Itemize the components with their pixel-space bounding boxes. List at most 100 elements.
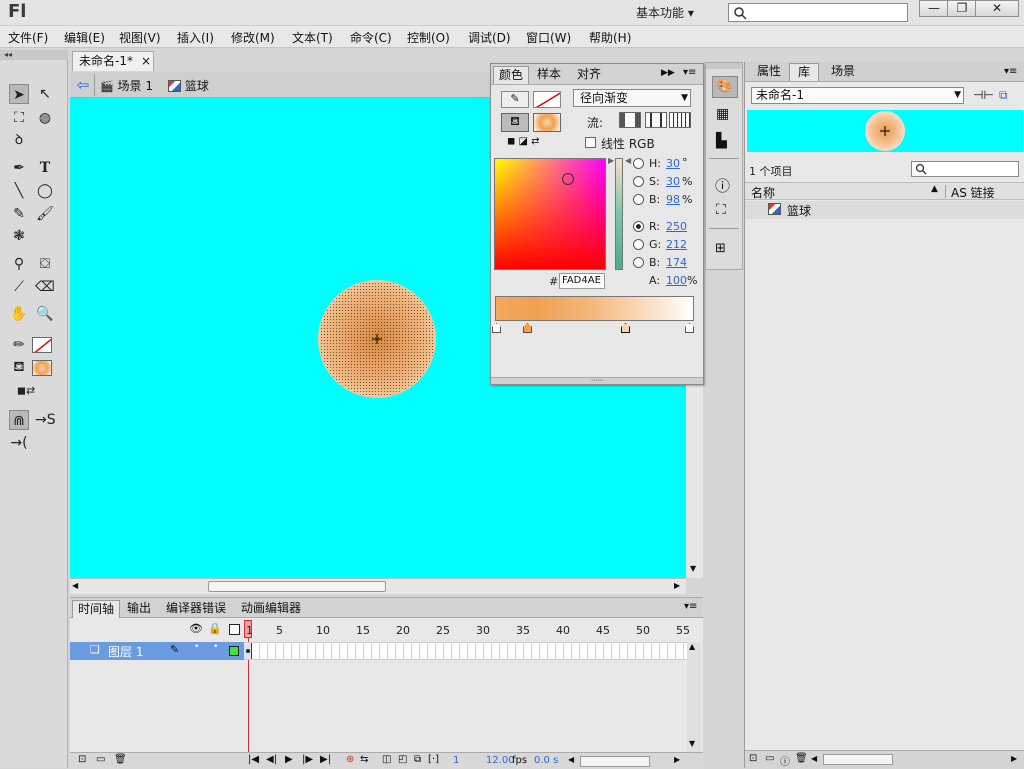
new-folder-icon[interactable]: ▭ bbox=[765, 753, 774, 764]
color-palette-icon[interactable]: 🎨 bbox=[712, 76, 738, 98]
strip-grip[interactable] bbox=[706, 63, 742, 69]
tab-swatches[interactable]: 样本 bbox=[531, 66, 567, 84]
library-search-input[interactable] bbox=[911, 161, 1019, 177]
stroke-color-icon[interactable]: ✏ bbox=[9, 335, 29, 355]
radio-b[interactable] bbox=[633, 194, 644, 205]
info-icon[interactable]: ⓘ bbox=[715, 175, 730, 196]
library-document-select[interactable]: 未命名-1 ▼ bbox=[751, 87, 964, 104]
color-value-slider[interactable] bbox=[615, 158, 623, 270]
smooth-icon[interactable]: →S bbox=[35, 410, 56, 430]
hand-tool-icon[interactable]: ✋ bbox=[9, 304, 29, 324]
workspace-switcher[interactable]: 基本功能 ▾ bbox=[636, 4, 694, 21]
go-to-last-frame-icon[interactable]: ▶| bbox=[320, 754, 331, 765]
layer-frames[interactable] bbox=[244, 642, 687, 660]
timeline-menu-icon[interactable]: ▾≡ bbox=[684, 601, 697, 612]
maximize-button[interactable]: ❐ bbox=[947, 0, 977, 17]
deco-tool-icon[interactable]: ❃ bbox=[9, 226, 29, 246]
panel-expand-icon[interactable]: ▶▶ bbox=[661, 68, 675, 78]
line-tool-icon[interactable]: ╲ bbox=[9, 181, 29, 201]
tools-collapse-icon[interactable]: ◂◂ bbox=[0, 50, 68, 60]
panel-fill-swatch[interactable] bbox=[533, 113, 561, 132]
trash-icon[interactable]: 🗑 bbox=[795, 753, 808, 764]
new-folder-icon[interactable]: ▭ bbox=[96, 754, 105, 765]
menu-file[interactable]: 文件(F) bbox=[8, 29, 48, 46]
timeline-scroll-thumb[interactable] bbox=[580, 756, 650, 767]
color-picker-field[interactable] bbox=[494, 158, 606, 270]
stroke-pencil-icon[interactable]: ✎ bbox=[501, 91, 529, 108]
panel-resize-grip[interactable]: ⋯⋯ bbox=[491, 377, 703, 384]
menu-debug[interactable]: 调试(D) bbox=[468, 29, 511, 46]
panel-menu-icon[interactable]: ▾≡ bbox=[683, 67, 696, 78]
basketball-symbol[interactable] bbox=[318, 280, 436, 398]
current-frame-value[interactable]: 1 bbox=[453, 755, 459, 766]
visible-dot[interactable]: • bbox=[194, 642, 199, 652]
panel-stroke-swatch[interactable] bbox=[533, 91, 561, 108]
black-white-icon[interactable]: ◼ ◪ ⇄ bbox=[507, 136, 540, 147]
bone-tool-icon[interactable]: ⚲ bbox=[9, 254, 29, 274]
go-to-first-frame-icon[interactable]: |◀ bbox=[248, 754, 259, 765]
lasso-tool-icon[interactable]: ꝺ bbox=[9, 130, 29, 150]
tab-motion-editor[interactable]: 动画编辑器 bbox=[236, 600, 306, 618]
g-value[interactable]: 212 bbox=[666, 238, 687, 251]
column-linkage-header[interactable]: AS 链接 bbox=[951, 184, 995, 201]
menu-view[interactable]: 视图(V) bbox=[119, 29, 161, 46]
menu-insert[interactable]: 插入(I) bbox=[177, 29, 214, 46]
column-name-header[interactable]: 名称 bbox=[751, 184, 775, 201]
radio-blue[interactable] bbox=[633, 257, 644, 268]
align-icon[interactable]: ▙ bbox=[716, 133, 727, 149]
lock-icon[interactable]: 🔒 bbox=[208, 622, 222, 635]
alpha-value[interactable]: 100 bbox=[666, 274, 687, 287]
layer-row[interactable]: ❏ 图层 1 ✎ • • bbox=[70, 642, 244, 660]
library-menu-icon[interactable]: ▾≡ bbox=[1004, 66, 1017, 77]
scene-breadcrumb[interactable]: 🎬 场景 1 bbox=[100, 77, 153, 94]
scroll-down-icon[interactable]: ▼ bbox=[690, 564, 696, 573]
scroll-down-icon[interactable]: ▼ bbox=[689, 739, 695, 748]
back-arrow-icon[interactable]: ⇦ bbox=[74, 76, 92, 94]
h-value[interactable]: 30 bbox=[666, 157, 680, 170]
scroll-thumb[interactable] bbox=[208, 581, 386, 592]
3d-rotation-tool-icon[interactable]: ◍ bbox=[35, 108, 55, 128]
pin-library-icon[interactable]: ⊣⊢ bbox=[973, 88, 994, 102]
eyedropper-tool-icon[interactable]: ⟋ bbox=[9, 277, 29, 297]
onion-outline-icon[interactable]: ◰ bbox=[398, 754, 407, 765]
step-back-icon[interactable]: ◀| bbox=[266, 754, 277, 765]
snap-to-objects-icon[interactable]: ⋒ bbox=[9, 410, 29, 430]
tab-compiler-errors[interactable]: 编译器错误 bbox=[162, 600, 230, 618]
r-value[interactable]: 250 bbox=[666, 220, 687, 233]
new-library-panel-icon[interactable]: ⧉ bbox=[999, 88, 1008, 103]
scroll-right-icon[interactable]: ▶ bbox=[1011, 754, 1017, 763]
onion-skin-icon[interactable]: ◫ bbox=[382, 754, 391, 765]
center-frame-icon[interactable]: ⊕ bbox=[346, 754, 354, 765]
tab-scene[interactable]: 场景 bbox=[825, 63, 861, 81]
tab-library[interactable]: 库 bbox=[789, 63, 819, 81]
layer-outline-color[interactable] bbox=[229, 646, 239, 656]
brush-tool-icon[interactable]: 🖌 bbox=[35, 204, 55, 224]
menu-modify[interactable]: 修改(M) bbox=[231, 29, 275, 46]
stroke-color-swatch[interactable] bbox=[32, 337, 52, 353]
tab-output[interactable]: 输出 bbox=[122, 600, 156, 618]
radio-s[interactable] bbox=[633, 176, 644, 187]
transform-icon[interactable]: ⛶ bbox=[716, 202, 726, 218]
fill-color-swatch[interactable] bbox=[32, 360, 52, 376]
slider-arrow-right-icon[interactable]: ◀ bbox=[625, 156, 631, 165]
flow-extend-button[interactable] bbox=[619, 112, 641, 128]
gradient-stop[interactable] bbox=[523, 323, 532, 333]
pencil-tool-icon[interactable]: ✎ bbox=[9, 204, 29, 224]
linear-rgb-checkbox[interactable] bbox=[585, 137, 596, 148]
close-button[interactable]: ✕ bbox=[975, 0, 1019, 17]
document-tab[interactable]: 未命名-1* × bbox=[72, 51, 154, 71]
symbol-breadcrumb[interactable]: 篮球 bbox=[168, 77, 209, 94]
pen-tool-icon[interactable]: ✒ bbox=[9, 158, 29, 178]
fill-color-icon[interactable]: ⛾ bbox=[9, 357, 29, 377]
radio-h[interactable] bbox=[633, 158, 644, 169]
gradient-stop[interactable] bbox=[492, 323, 501, 333]
tab-color[interactable]: 颜色 bbox=[493, 66, 529, 84]
b-value[interactable]: 98 bbox=[666, 193, 680, 206]
library-list-item[interactable]: 篮球 bbox=[745, 201, 1024, 219]
delete-layer-icon[interactable]: 🗑 bbox=[114, 754, 127, 765]
outline-icon[interactable] bbox=[229, 624, 240, 635]
loop-icon[interactable]: ⇆ bbox=[360, 754, 368, 765]
tab-timeline[interactable]: 时间轴 bbox=[72, 600, 120, 618]
modify-markers-icon[interactable]: [·] bbox=[428, 754, 439, 765]
hex-input[interactable]: FAD4AE bbox=[559, 273, 605, 289]
